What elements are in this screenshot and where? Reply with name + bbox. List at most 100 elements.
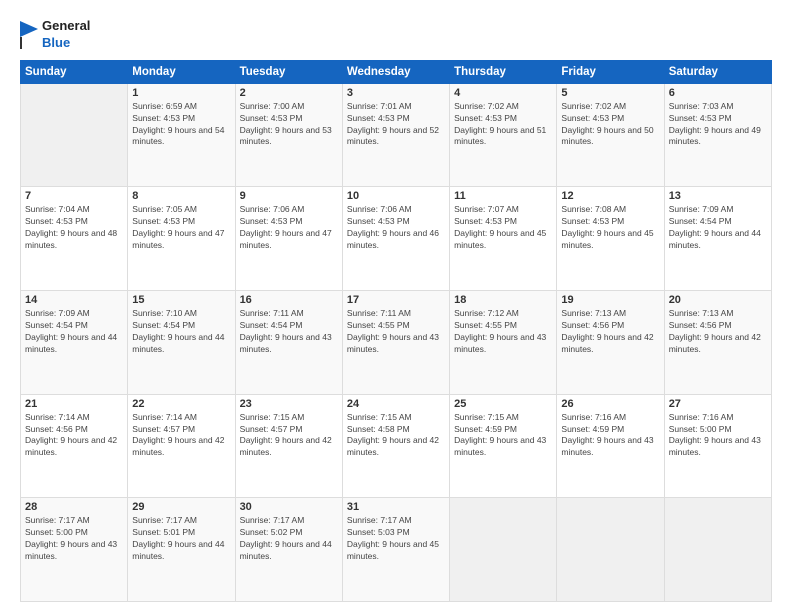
day-number: 21: [25, 398, 123, 410]
day-number: 11: [454, 190, 552, 202]
day-info: Sunrise: 7:13 AMSunset: 4:56 PMDaylight:…: [669, 308, 767, 356]
calendar-cell: [557, 498, 664, 602]
day-info: Sunrise: 7:11 AMSunset: 4:55 PMDaylight:…: [347, 308, 445, 356]
day-number: 5: [561, 87, 659, 99]
week-row-4: 21 Sunrise: 7:14 AMSunset: 4:56 PMDayligh…: [21, 394, 772, 498]
day-number: 25: [454, 398, 552, 410]
day-number: 10: [347, 190, 445, 202]
week-row-3: 14Sunrise: 7:09 AMSunset: 4:54 PMDayligh…: [21, 291, 772, 395]
weekday-header-monday: Monday: [128, 60, 235, 83]
calendar-cell: 7Sunrise: 7:04 AMSunset: 4:53 PMDaylight…: [21, 187, 128, 291]
week-row-1: 1Sunrise: 6:59 AMSunset: 4:53 PMDaylight…: [21, 83, 772, 187]
calendar-table: SundayMondayTuesdayWednesdayThursdayFrid…: [20, 60, 772, 602]
week-row-5: 28 Sunrise: 7:17 AMSunset: 5:00 PMDayligh…: [21, 498, 772, 602]
day-info: Sunrise: 7:11 AMSunset: 4:54 PMDaylight:…: [240, 308, 338, 356]
calendar-cell: 15Sunrise: 7:10 AMSunset: 4:54 PMDayligh…: [128, 291, 235, 395]
day-info: Sunrise: 7:04 AMSunset: 4:53 PMDaylight:…: [25, 204, 123, 252]
day-info: Sunrise: 7:15 AMSunset: 4:59 PMDaylight:…: [454, 412, 552, 460]
calendar-cell: 6 Sunrise: 7:03 AMSunset: 4:53 PMDaylight…: [664, 83, 771, 187]
calendar-cell: 17 Sunrise: 7:11 AMSunset: 4:55 PMDayligh…: [342, 291, 449, 395]
day-info: Sunrise: 7:12 AMSunset: 4:55 PMDaylight:…: [454, 308, 552, 356]
calendar-cell: 9Sunrise: 7:06 AMSunset: 4:53 PMDaylight…: [235, 187, 342, 291]
day-info: Sunrise: 7:15 AMSunset: 4:57 PMDaylight:…: [240, 412, 338, 460]
calendar-cell: 10 Sunrise: 7:06 AMSunset: 4:53 PMDayligh…: [342, 187, 449, 291]
header: General Blue: [20, 18, 772, 52]
day-number: 26: [561, 398, 659, 410]
calendar-cell: 20 Sunrise: 7:13 AMSunset: 4:56 PMDayligh…: [664, 291, 771, 395]
day-info: Sunrise: 7:17 AMSunset: 5:02 PMDaylight:…: [240, 515, 338, 563]
day-info: Sunrise: 7:02 AMSunset: 4:53 PMDaylight:…: [454, 101, 552, 149]
day-number: 6: [669, 87, 767, 99]
weekday-header-wednesday: Wednesday: [342, 60, 449, 83]
day-number: 30: [240, 501, 338, 513]
calendar-cell: 5 Sunrise: 7:02 AMSunset: 4:53 PMDaylight…: [557, 83, 664, 187]
calendar-cell: 31 Sunrise: 7:17 AMSunset: 5:03 PMDayligh…: [342, 498, 449, 602]
day-info: Sunrise: 7:02 AMSunset: 4:53 PMDaylight:…: [561, 101, 659, 149]
calendar-cell: 2 Sunrise: 7:00 AMSunset: 4:53 PMDaylight…: [235, 83, 342, 187]
day-number: 29: [132, 501, 230, 513]
calendar-cell: 19Sunrise: 7:13 AMSunset: 4:56 PMDayligh…: [557, 291, 664, 395]
day-info: Sunrise: 7:17 AMSunset: 5:01 PMDaylight:…: [132, 515, 230, 563]
day-info: Sunrise: 7:07 AMSunset: 4:53 PMDaylight:…: [454, 204, 552, 252]
day-number: 12: [561, 190, 659, 202]
day-info: Sunrise: 7:06 AMSunset: 4:53 PMDaylight:…: [347, 204, 445, 252]
day-info: Sunrise: 7:16 AMSunset: 5:00 PMDaylight:…: [669, 412, 767, 460]
day-info: Sunrise: 7:09 AMSunset: 4:54 PMDaylight:…: [669, 204, 767, 252]
day-info: Sunrise: 7:05 AMSunset: 4:53 PMDaylight:…: [132, 204, 230, 252]
calendar-cell: 24 Sunrise: 7:15 AMSunset: 4:58 PMDayligh…: [342, 394, 449, 498]
day-number: 22: [132, 398, 230, 410]
day-number: 1: [132, 87, 230, 99]
day-number: 17: [347, 294, 445, 306]
day-number: 16: [240, 294, 338, 306]
day-number: 20: [669, 294, 767, 306]
calendar-cell: 28 Sunrise: 7:17 AMSunset: 5:00 PMDayligh…: [21, 498, 128, 602]
day-info: Sunrise: 7:00 AMSunset: 4:53 PMDaylight:…: [240, 101, 338, 149]
weekday-header-friday: Friday: [557, 60, 664, 83]
day-info: Sunrise: 7:01 AMSunset: 4:53 PMDaylight:…: [347, 101, 445, 149]
weekday-header-thursday: Thursday: [450, 60, 557, 83]
day-info: Sunrise: 7:09 AMSunset: 4:54 PMDaylight:…: [25, 308, 123, 356]
calendar-cell: 16 Sunrise: 7:11 AMSunset: 4:54 PMDayligh…: [235, 291, 342, 395]
day-number: 2: [240, 87, 338, 99]
calendar-cell: 22 Sunrise: 7:14 AMSunset: 4:57 PMDayligh…: [128, 394, 235, 498]
day-info: Sunrise: 7:14 AMSunset: 4:57 PMDaylight:…: [132, 412, 230, 460]
logo: General Blue: [20, 18, 90, 52]
logo-general: General: [42, 18, 90, 35]
weekday-header-sunday: Sunday: [21, 60, 128, 83]
calendar-cell: [450, 498, 557, 602]
calendar-cell: 18 Sunrise: 7:12 AMSunset: 4:55 PMDayligh…: [450, 291, 557, 395]
calendar-cell: 27Sunrise: 7:16 AMSunset: 5:00 PMDayligh…: [664, 394, 771, 498]
day-info: Sunrise: 7:06 AMSunset: 4:53 PMDaylight:…: [240, 204, 338, 252]
day-info: Sunrise: 7:10 AMSunset: 4:54 PMDaylight:…: [132, 308, 230, 356]
calendar-cell: 26 Sunrise: 7:16 AMSunset: 4:59 PMDayligh…: [557, 394, 664, 498]
day-info: Sunrise: 7:16 AMSunset: 4:59 PMDaylight:…: [561, 412, 659, 460]
calendar-cell: 21 Sunrise: 7:14 AMSunset: 4:56 PMDayligh…: [21, 394, 128, 498]
day-number: 28: [25, 501, 123, 513]
day-number: 23: [240, 398, 338, 410]
day-info: Sunrise: 7:17 AMSunset: 5:03 PMDaylight:…: [347, 515, 445, 563]
calendar-cell: 12 Sunrise: 7:08 AMSunset: 4:53 PMDayligh…: [557, 187, 664, 291]
calendar-cell: 4Sunrise: 7:02 AMSunset: 4:53 PMDaylight…: [450, 83, 557, 187]
day-number: 13: [669, 190, 767, 202]
calendar-cell: 23 Sunrise: 7:15 AMSunset: 4:57 PMDayligh…: [235, 394, 342, 498]
logo-flag-icon: [20, 21, 38, 49]
calendar-cell: 29 Sunrise: 7:17 AMSunset: 5:01 PMDayligh…: [128, 498, 235, 602]
day-info: Sunrise: 7:08 AMSunset: 4:53 PMDaylight:…: [561, 204, 659, 252]
day-info: Sunrise: 7:13 AMSunset: 4:56 PMDaylight:…: [561, 308, 659, 356]
day-info: Sunrise: 7:15 AMSunset: 4:58 PMDaylight:…: [347, 412, 445, 460]
week-row-2: 7Sunrise: 7:04 AMSunset: 4:53 PMDaylight…: [21, 187, 772, 291]
day-number: 31: [347, 501, 445, 513]
calendar-cell: 11 Sunrise: 7:07 AMSunset: 4:53 PMDayligh…: [450, 187, 557, 291]
day-info: Sunrise: 7:17 AMSunset: 5:00 PMDaylight:…: [25, 515, 123, 563]
day-number: 24: [347, 398, 445, 410]
calendar-cell: 1Sunrise: 6:59 AMSunset: 4:53 PMDaylight…: [128, 83, 235, 187]
calendar-cell: 3Sunrise: 7:01 AMSunset: 4:53 PMDaylight…: [342, 83, 449, 187]
calendar-cell: 8Sunrise: 7:05 AMSunset: 4:53 PMDaylight…: [128, 187, 235, 291]
day-info: Sunrise: 7:03 AMSunset: 4:53 PMDaylight:…: [669, 101, 767, 149]
weekday-header-saturday: Saturday: [664, 60, 771, 83]
calendar-cell: 30 Sunrise: 7:17 AMSunset: 5:02 PMDayligh…: [235, 498, 342, 602]
weekday-header-row: SundayMondayTuesdayWednesdayThursdayFrid…: [21, 60, 772, 83]
day-info: Sunrise: 7:14 AMSunset: 4:56 PMDaylight:…: [25, 412, 123, 460]
day-number: 18: [454, 294, 552, 306]
calendar-cell: [664, 498, 771, 602]
